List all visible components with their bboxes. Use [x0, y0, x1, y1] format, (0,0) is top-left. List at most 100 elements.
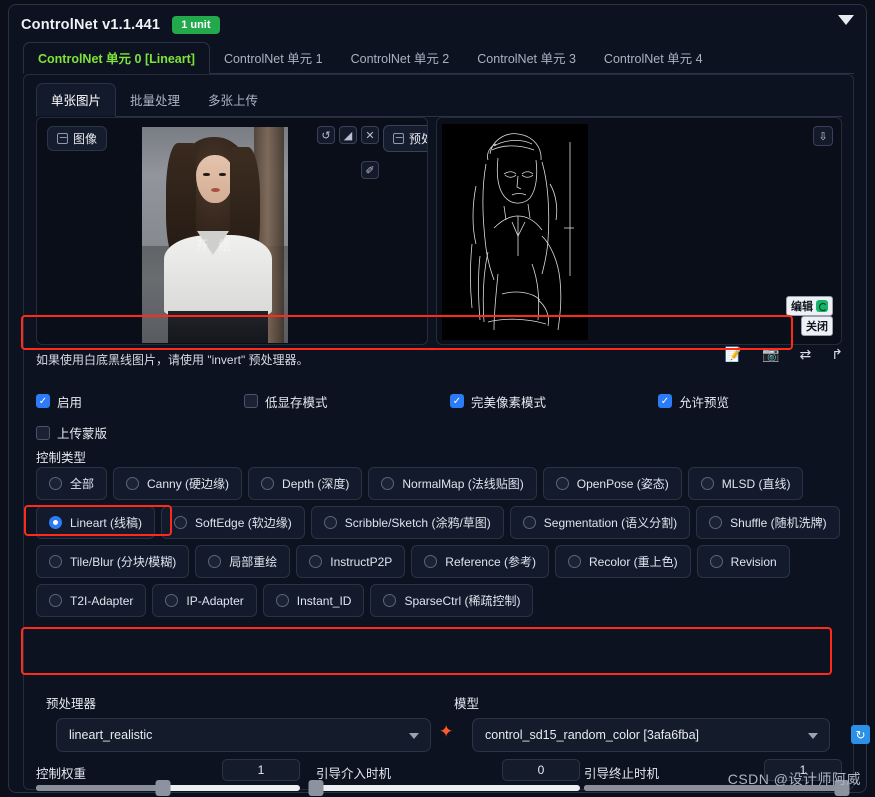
radio-icon[interactable]	[165, 594, 179, 607]
tab-unit-3[interactable]: ControlNet 单元 3	[463, 43, 590, 73]
control-type-label-text: 局部重绘	[229, 555, 278, 569]
control-type-mlsd[interactable]: MLSD (直线)	[687, 467, 804, 500]
slider-guidance-start-track[interactable]	[308, 780, 580, 796]
control-type-openpose[interactable]: OpenPose (姿态)	[542, 467, 682, 500]
radio-icon[interactable]	[275, 594, 289, 607]
radio-icon[interactable]	[424, 555, 438, 568]
control-type-label: 控制类型	[36, 451, 87, 465]
slider-guidance-start-value[interactable]: 0	[502, 759, 580, 781]
eraser-icon[interactable]: ◢	[339, 126, 357, 144]
slider-control-weight-track[interactable]	[36, 780, 300, 796]
checkbox-upload-mask[interactable]: 上传蒙版	[36, 423, 107, 442]
preprocess-preview-button[interactable]: 预处理结果预览	[383, 125, 427, 152]
radio-icon[interactable]	[174, 516, 188, 529]
source-image-pane[interactable]: 图像 开 绘 ↺ ◢ ✕ ✐ 预	[36, 117, 428, 345]
send-icon[interactable]: ↱	[831, 347, 843, 361]
radio-icon[interactable]	[567, 555, 581, 568]
control-type-normalmap[interactable]: NormalMap (法线贴图)	[368, 467, 537, 500]
checkbox-pixel-perfect[interactable]: ✓ 完美像素模式	[450, 392, 658, 411]
control-type-revision[interactable]: Revision	[696, 545, 790, 578]
checkbox-pixel-perfect-box[interactable]: ✓	[450, 394, 464, 408]
clear-icon[interactable]: ✕	[361, 126, 379, 144]
brush-icon[interactable]: ✐	[361, 161, 379, 179]
control-type-depth[interactable]: Depth (深度)	[248, 467, 363, 500]
control-type-lineart[interactable]: Lineart (线稿)	[36, 506, 156, 539]
preprocessor-value: lineart_realistic	[69, 728, 153, 742]
control-type-shuffle[interactable]: Shuffle (随机洗牌)	[696, 506, 840, 539]
control-type-softedge[interactable]: SoftEdge (软边缘)	[161, 506, 305, 539]
control-type-t2i-adapter[interactable]: T2I-Adapter	[36, 584, 147, 617]
refresh-icon[interactable]: ↻	[851, 725, 870, 744]
model-value: control_sd15_random_color [3afa6fba]	[485, 728, 700, 742]
control-type-instant-id[interactable]: Instant_ID	[262, 584, 365, 617]
control-type-instructp2p[interactable]: InstructP2P	[296, 545, 406, 578]
tab-multi-upload[interactable]: 多张上传	[194, 84, 272, 116]
control-type-tile-blur[interactable]: Tile/Blur (分块/模糊)	[36, 545, 190, 578]
radio-icon[interactable]	[381, 477, 395, 490]
radio-icon[interactable]	[383, 594, 397, 607]
control-type-inpaint[interactable]: 局部重绘	[195, 545, 291, 578]
control-type-segmentation[interactable]: Segmentation (语义分割)	[509, 506, 691, 539]
close-preview-button[interactable]: 关闭	[801, 316, 833, 336]
radio-icon[interactable]	[709, 555, 723, 568]
control-type-sparsectrl[interactable]: SparseCtrl (稀疏控制)	[370, 584, 534, 617]
preprocessor-dropdown[interactable]: lineart_realistic	[56, 718, 431, 752]
radio-icon[interactable]	[522, 516, 536, 529]
checkbox-lowvram[interactable]: 低显存模式	[244, 392, 450, 411]
control-type-label-text: Depth (深度)	[282, 477, 350, 491]
tab-unit-0[interactable]: ControlNet 单元 0 [Lineart]	[23, 42, 210, 74]
radio-icon[interactable]	[49, 477, 62, 490]
spark-icon[interactable]: ✦	[439, 723, 453, 740]
radio-icon[interactable]	[309, 555, 323, 568]
radio-icon[interactable]	[700, 477, 714, 490]
checkbox-lowvram-box[interactable]	[244, 394, 258, 408]
tab-unit-4[interactable]: ControlNet 单元 4	[590, 43, 717, 73]
radio-icon[interactable]	[49, 516, 62, 529]
camera-icon[interactable]: 📷	[762, 347, 779, 361]
slider-control-weight-value[interactable]: 1	[222, 759, 300, 781]
control-type-recolor[interactable]: Recolor (重上色)	[554, 545, 691, 578]
invert-hint-text: 如果使用白底黑线图片，请使用 "invert" 预处理器。	[36, 353, 309, 367]
slider-guidance-start-thumb[interactable]	[308, 780, 324, 796]
checkbox-allow-preview[interactable]: ✓ 允许预览	[658, 392, 729, 411]
radio-icon[interactable]	[709, 516, 723, 529]
tab-batch[interactable]: 批量处理	[116, 84, 194, 116]
chevron-down-icon[interactable]	[838, 15, 854, 25]
radio-icon[interactable]	[49, 555, 62, 568]
checkbox-allow-preview-box[interactable]: ✓	[658, 394, 672, 408]
chevron-down-icon[interactable]	[409, 733, 419, 739]
control-type-scribble[interactable]: Scribble/Sketch (涂鸦/草图)	[310, 506, 504, 539]
edit-in-photopea-button[interactable]: 编辑	[786, 296, 833, 316]
photo-watermark: 开 绘	[195, 238, 235, 253]
tab-single-image[interactable]: 单张图片	[36, 83, 117, 117]
chevron-down-icon[interactable]	[808, 733, 818, 739]
model-dropdown[interactable]: control_sd15_random_color [3afa6fba]	[472, 718, 830, 752]
checkbox-upload-mask-box[interactable]	[36, 425, 50, 440]
preprocessor-result-pane[interactable]: ⇩ 编辑 关闭	[436, 117, 842, 345]
checkbox-enable[interactable]: ✓ 启用	[36, 392, 244, 411]
slider-control-weight-thumb[interactable]	[155, 780, 171, 796]
tab-unit-2[interactable]: ControlNet 单元 2	[337, 43, 464, 73]
slider-guidance-start: 引导介入时机 0	[308, 759, 580, 796]
undo-icon[interactable]: ↺	[317, 126, 335, 144]
radio-icon[interactable]	[323, 516, 337, 529]
control-type-all[interactable]: 全部	[36, 467, 108, 500]
radio-icon[interactable]	[49, 594, 62, 607]
control-type-label-text: SoftEdge (软边缘)	[195, 516, 292, 530]
swap-icon[interactable]: ⇄	[800, 347, 812, 361]
radio-icon[interactable]	[555, 477, 569, 490]
control-type-label-text: Instant_ID	[296, 593, 352, 608]
radio-icon[interactable]	[126, 477, 140, 490]
download-icon[interactable]: ⇩	[813, 126, 833, 146]
checkbox-enable-box[interactable]: ✓	[36, 394, 50, 408]
new-canvas-icon[interactable]: 📝	[725, 347, 742, 361]
control-type-reference[interactable]: Reference (参考)	[411, 545, 549, 578]
radio-icon[interactable]	[261, 477, 275, 490]
control-type-canny[interactable]: Canny (硬边缘)	[113, 467, 243, 500]
control-type-label-text: Tile/Blur (分块/模糊)	[70, 555, 177, 569]
slider-control-weight: 控制权重 1	[36, 759, 300, 796]
control-type-ip-adapter[interactable]: IP-Adapter	[152, 584, 257, 617]
tab-unit-1[interactable]: ControlNet 单元 1	[210, 43, 337, 73]
radio-icon[interactable]	[208, 555, 222, 568]
control-type-label-text: Canny (硬边缘)	[147, 477, 230, 491]
